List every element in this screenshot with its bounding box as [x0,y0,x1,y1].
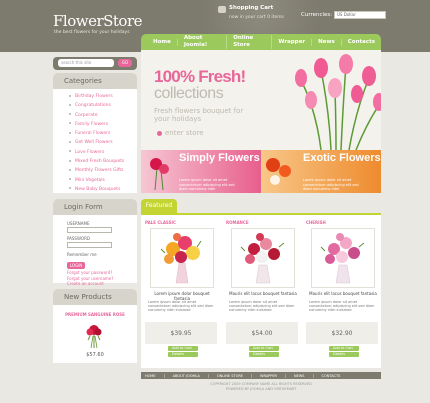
nav-online-store[interactable]: Online Store [227,35,273,49]
footer-link-store[interactable]: ONLINE STORE [217,373,252,378]
product-price: $54.00 [251,330,273,337]
product-category[interactable]: CHERISH [306,220,326,225]
logo[interactable]: FlowerStore [53,12,143,30]
powered-by-line: POWERED BY JOOMLA AND VIRTUEMART [225,386,297,391]
product-image[interactable] [231,228,295,288]
product-card: CHERISH Mauris elit lacus bouquet fantas… [306,218,378,360]
product-card: PALE CLASSIC Lorem ipsum dolor bouquet f… [145,218,217,360]
new-products-heading: New Products [53,289,137,305]
currencies-label: Currencies: [301,12,333,18]
category-item[interactable]: Love Flowers [69,148,137,157]
product-title[interactable]: Mauris elit lacus bouquet fantasia [308,291,378,296]
add-to-cart-button[interactable]: Add to Cart [329,346,359,351]
product-card: ROMANCE Mauris elit lacus bouquet fantas… [226,218,298,360]
nav-home[interactable]: Home [147,38,178,46]
category-item[interactable]: Birthday Flowers [69,92,137,101]
product-category[interactable]: ROMANCE [226,220,249,225]
carnation-image [150,158,169,190]
shopping-cart-icon[interactable] [218,6,226,13]
new-product-image[interactable] [79,320,109,350]
product-desc: Lorem ipsum dolor sit amet consectetuer … [229,300,295,313]
enter-store-icon[interactable] [157,131,162,136]
product-price: $32.90 [331,330,353,337]
password-field[interactable] [67,242,112,248]
categories-panel: Birthday Flowers Congratulations Corpora… [53,89,137,193]
product-image[interactable] [311,228,375,288]
promo-simply-flowers[interactable]: Simply Flowers Lorem ipsum dolor sit ame… [141,150,261,193]
banner-text: Fresh flowers bouquet for your holidays [154,107,244,123]
search-input[interactable]: search this site [58,59,114,67]
promo-desc: Lorem ipsum dolor sit amet consectetuer … [303,178,359,191]
footer-link-news[interactable]: NEWS [294,373,314,378]
main-nav: Home About Joomla! Online Store Wrapper … [141,34,381,50]
category-item[interactable]: Mini Vegetals [69,176,137,185]
tab-featured[interactable]: Featured [141,199,177,213]
category-item[interactable]: Congratulations [69,101,137,110]
product-price: $39.95 [170,330,192,337]
product-category[interactable]: PALE CLASSIC [145,220,176,225]
footer-nav: HOME ABOUT JOOMLA ONLINE STORE WRAPPER N… [141,372,381,379]
cart-info: now in your cart 0 items [229,15,284,20]
password-label: PASSWORD [67,236,90,241]
category-item[interactable]: New Baby Bouquets [69,185,137,194]
category-item[interactable]: Mixed Fresh Bouquets [69,157,137,166]
nav-contacts[interactable]: Contacts [342,39,381,46]
hero-banner[interactable]: 100% Fresh! collections Fresh flowers bo… [141,50,381,150]
promo-title: Exotic Flowers [303,152,381,164]
product-title[interactable]: Mauris elit lacus bouquet fantasia [228,291,298,296]
add-to-cart-button[interactable]: Add to Cart [249,346,279,351]
product-image[interactable] [150,228,214,288]
login-heading: Login Form [53,199,137,215]
copyright: COPYRIGHT 2009 COMPANY NAME ALL RIGHTS R… [141,382,381,391]
login-links: Forgot your password? Forgot your userna… [67,270,127,287]
cart-title[interactable]: Shopping Cart [229,5,273,11]
promo-desc: Lorem ipsum dolor sit amet consectetuer … [179,178,235,191]
details-button[interactable]: Details [168,352,198,357]
tulip-bouquet-image [295,54,381,150]
username-label: USERNAME [67,221,90,226]
promo-exotic-flowers[interactable]: Exotic Flowers Lorem ipsum dolor sit ame… [261,150,381,193]
category-item[interactable]: Family Flowers [69,120,137,129]
tagline: the best flowers for your holidays [54,30,130,35]
promo-title: Simply Flowers [179,152,260,164]
currency-select[interactable]: US Dollar [334,11,386,19]
search-go-button[interactable]: GO [118,59,132,67]
create-account-link[interactable]: Create an account [67,281,127,287]
product-desc: Lorem ipsum dolor sit amet consectetuer … [309,300,375,313]
nav-wrapper[interactable]: Wrapper [272,38,313,46]
category-item[interactable]: Get Well Flowers [69,138,137,147]
category-item[interactable]: Funeral Flowers [69,129,137,138]
details-button[interactable]: Details [249,352,279,357]
nav-about[interactable]: About Joomla! [178,35,228,49]
banner-subheadline: collections [154,85,224,102]
footer-link-wrapper[interactable]: WRAPPER [260,373,286,378]
remember-me-label[interactable]: Remember me [67,252,97,257]
new-product-name[interactable]: PREMIUM SANGUINE ROSE [56,312,134,317]
product-desc: Lorem ipsum dolor sit amet consectetuer … [148,300,214,313]
footer-link-contacts[interactable]: CONTACTS [322,374,349,378]
details-button[interactable]: Details [329,352,359,357]
categories-heading: Categories [53,73,137,89]
username-field[interactable] [67,227,112,233]
orchid-image [266,158,291,185]
banner-headline: 100% Fresh! [154,67,246,86]
footer-link-about[interactable]: ABOUT JOOMLA [173,373,209,378]
new-product-price: $57.60 [86,352,104,358]
category-item[interactable]: Monthly Flowers Gifts [69,166,137,175]
enter-store-link[interactable]: enter store [165,129,204,137]
login-button[interactable]: LOGIN [67,262,85,269]
footer-link-home[interactable]: HOME [145,373,165,378]
add-to-cart-button[interactable]: Add to Cart [168,346,198,351]
category-item[interactable]: Corporate [69,111,137,120]
nav-news[interactable]: News [312,38,342,46]
